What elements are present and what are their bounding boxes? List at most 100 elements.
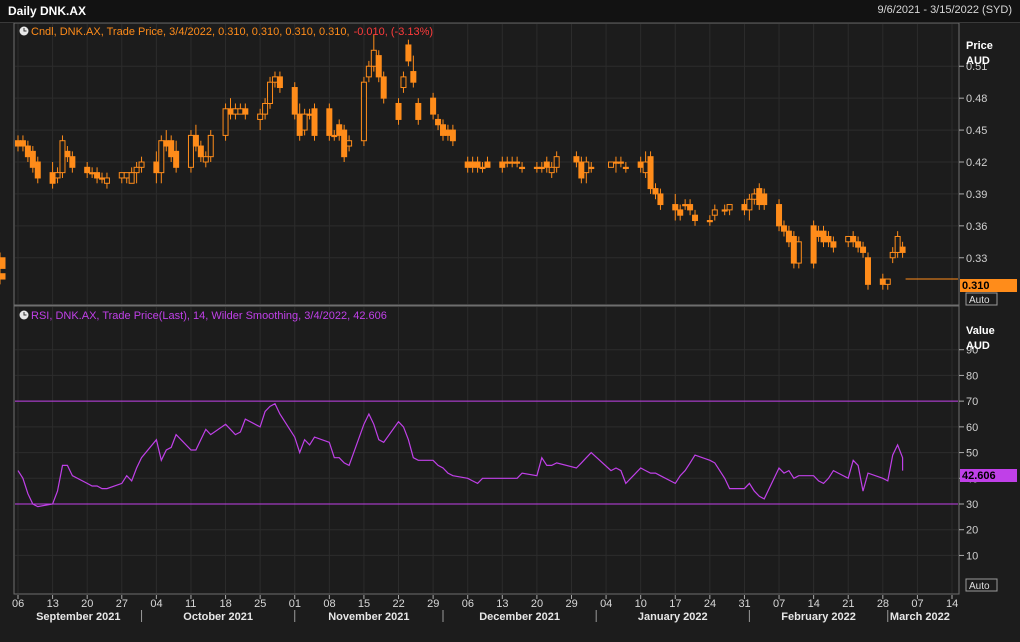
candle-body (291, 87, 298, 115)
rsi-tick-label: 30 (966, 499, 978, 511)
candle-body (578, 161, 585, 179)
candle-body (257, 113, 264, 120)
candle-body (815, 230, 822, 237)
price-panel[interactable]: 0.330.360.390.420.450.480.51 Cndl, DNK.A… (0, 23, 1017, 306)
clock-icon (19, 26, 29, 36)
candle-body (341, 129, 348, 158)
time-tick-label: 20 (81, 598, 93, 610)
candle-body (504, 161, 511, 164)
candle-body (588, 166, 595, 170)
candle-body (222, 108, 229, 136)
candle-body (622, 166, 629, 170)
month-label: October 2021 (183, 611, 253, 623)
candle-body (543, 161, 550, 168)
candle-body (271, 76, 278, 83)
candle-body (776, 204, 783, 227)
price-axis-title: Price (966, 40, 993, 52)
candle-body (677, 209, 684, 216)
chart-canvas[interactable]: 0.330.360.390.420.450.480.51 Cndl, DNK.A… (0, 23, 1020, 642)
candle-body (810, 225, 817, 264)
time-tick-label: 10 (635, 598, 647, 610)
candle-body (741, 204, 748, 211)
time-tick-label: 14 (808, 598, 820, 610)
candle-body (899, 246, 906, 253)
candle-body (756, 188, 763, 206)
candle-body (583, 161, 590, 174)
candle-body (761, 193, 768, 206)
rsi-panel[interactable]: 102030405060708090 RSI, DNK.AX, Trade Pr… (13, 305, 1017, 595)
candle-body (721, 209, 728, 212)
candle-body (168, 140, 175, 158)
candle-body (825, 235, 832, 243)
candle-body (69, 156, 76, 168)
rsi-plot-area[interactable] (13, 305, 960, 595)
price-axis: 0.330.360.390.420.450.480.51 (959, 61, 987, 265)
candle-body (0, 257, 6, 269)
candle-body (34, 161, 41, 179)
time-tick-label: 22 (393, 598, 405, 610)
candle-body (439, 124, 446, 136)
price-tick-label: 0.42 (966, 157, 987, 169)
candle-body (647, 156, 654, 190)
clock-icon (19, 310, 29, 320)
candle-body (435, 118, 442, 126)
time-tick-label: 24 (704, 598, 716, 610)
rsi-tick-label: 20 (966, 525, 978, 537)
candle-body (864, 257, 871, 285)
candle-body (657, 193, 664, 206)
candle-body (850, 235, 857, 243)
candle-body (894, 235, 901, 253)
time-tick-label: 25 (254, 598, 266, 610)
candle-body (484, 161, 491, 168)
time-tick-label: 13 (47, 598, 59, 610)
price-current-tag: 0.310 (960, 279, 1017, 292)
candle-body (469, 161, 476, 168)
candle-body (682, 204, 689, 207)
candle-body (405, 44, 412, 62)
candle-body (430, 97, 437, 115)
candle-body (642, 161, 649, 174)
candle-body (884, 278, 891, 285)
candle-body (123, 172, 130, 179)
candle-body (370, 49, 377, 67)
time-tick-label: 28 (877, 598, 889, 610)
candle-body (672, 204, 679, 211)
price-tick-label: 0.48 (966, 93, 987, 105)
time-tick-label: 17 (669, 598, 681, 610)
price-tick-label: 0.45 (966, 125, 987, 137)
candle-body (311, 108, 318, 136)
candle-body (336, 124, 343, 136)
month-label: December 2021 (479, 611, 560, 623)
month-label: February 2022 (781, 611, 856, 623)
rsi-legend: RSI, DNK.AX, Trade Price(Last), 14, Wild… (19, 310, 387, 322)
price-legend-text: Cndl, DNK.AX, Trade Price, 3/4/2022, 0.3… (31, 26, 350, 38)
candle-body (395, 102, 402, 120)
candle-body (400, 76, 407, 89)
candle-body (706, 220, 713, 223)
candle-body (855, 241, 862, 248)
price-auto-button[interactable]: Auto (965, 292, 998, 306)
candle-body (202, 156, 209, 163)
candle-body (99, 177, 106, 180)
candle-body (163, 140, 170, 147)
time-tick-label: 08 (323, 598, 335, 610)
candle-body (29, 150, 36, 168)
candle-body (509, 161, 516, 164)
date-range: 9/6/2021 - 3/15/2022 (SYD) (877, 4, 1012, 16)
time-tick-label: 01 (289, 598, 301, 610)
rsi-auto-button[interactable]: Auto (965, 578, 998, 592)
price-tick-label: 0.39 (966, 189, 987, 201)
price-auto-label[interactable]: Auto (969, 295, 990, 306)
candle-body (380, 76, 387, 99)
rsi-axis-title: Value (966, 325, 995, 337)
rsi-tick-label: 60 (966, 422, 978, 434)
candle-body (608, 161, 615, 168)
time-tick-label: 31 (738, 598, 750, 610)
candle-body (158, 140, 165, 174)
price-legend-change: -0.010, (-3.13%) (354, 26, 433, 38)
price-axis-unit: AUD (966, 55, 990, 67)
candle-body (889, 251, 896, 259)
rsi-auto-label[interactable]: Auto (969, 581, 990, 592)
time-tick-label: 29 (427, 598, 439, 610)
candle-body (879, 278, 886, 285)
